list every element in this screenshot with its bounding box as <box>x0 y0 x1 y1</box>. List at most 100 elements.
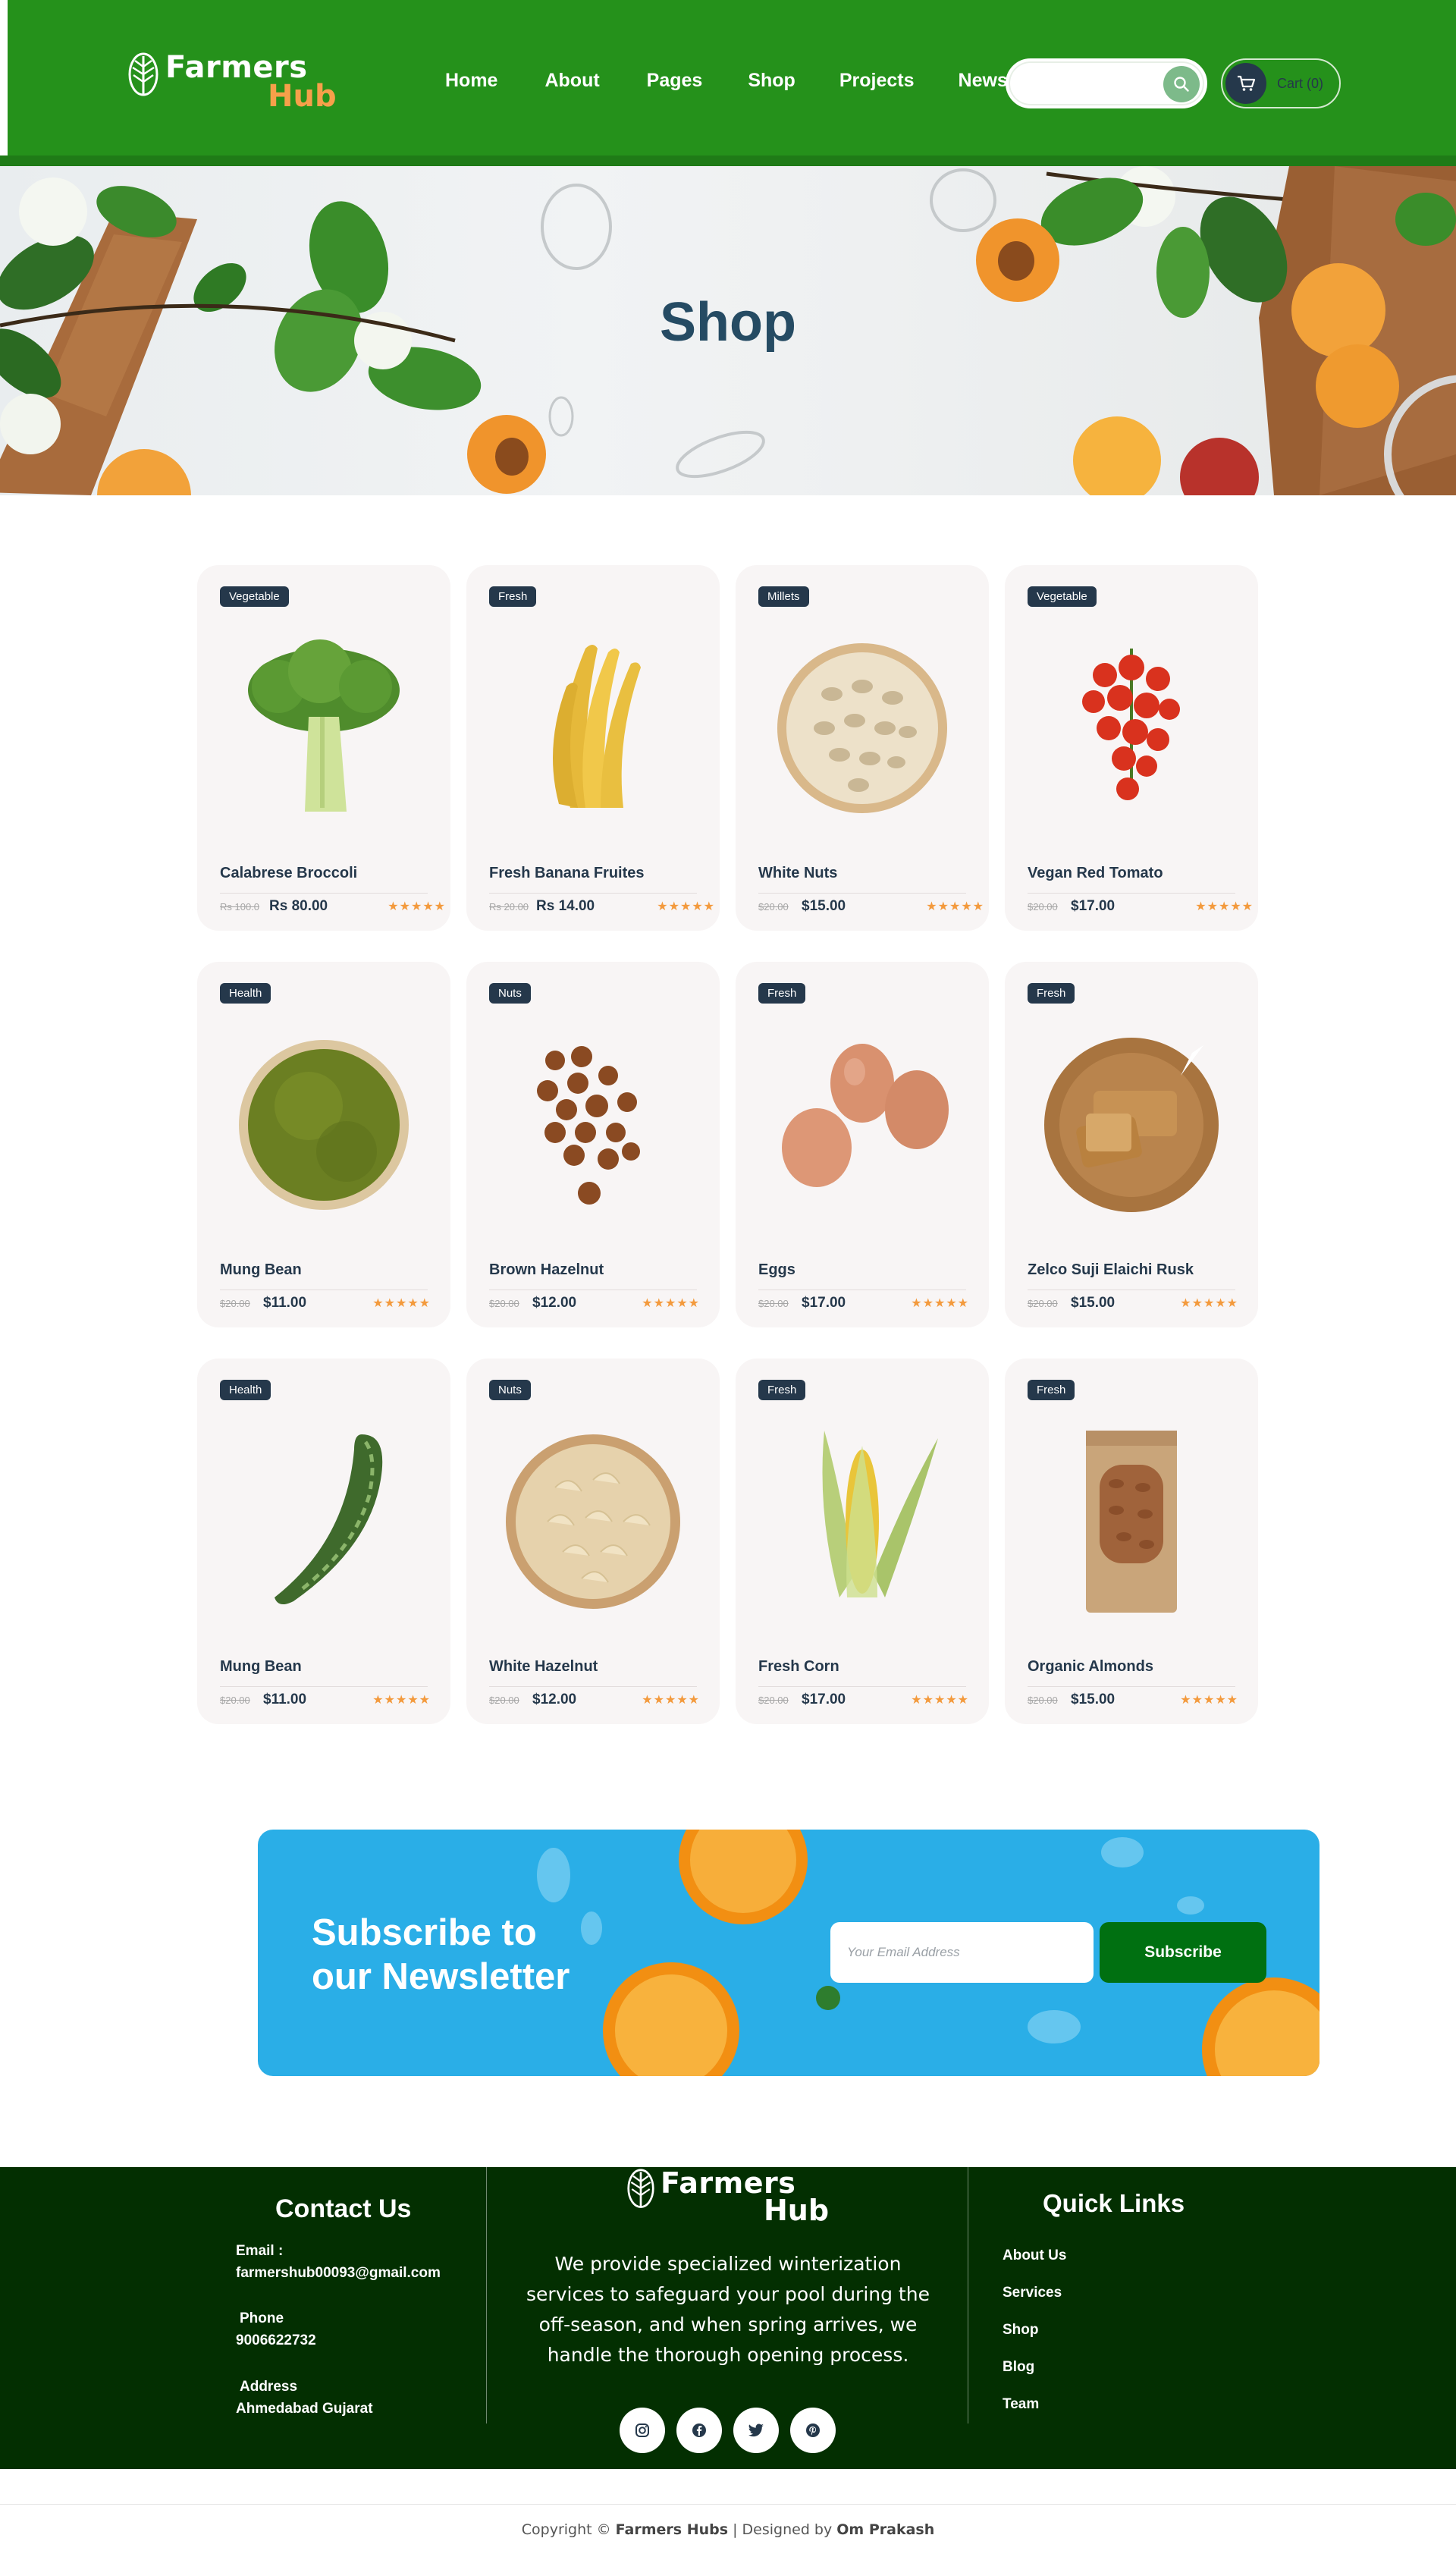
nav-about[interactable]: About <box>544 70 599 92</box>
newsletter-email-input[interactable] <box>830 1922 1094 1983</box>
price: $17.00 <box>802 1692 846 1707</box>
price: Rs 14.00 <box>536 898 595 914</box>
old-price: $20.00 <box>1028 901 1058 913</box>
rating-stars: ★★★★★ <box>911 1694 969 1707</box>
copyright-brand[interactable]: Farmers Hubs <box>616 2521 728 2538</box>
divider <box>758 1289 966 1290</box>
category-badge: Fresh <box>1028 1380 1075 1400</box>
product-name[interactable]: White Nuts <box>758 865 837 882</box>
old-price: $20.00 <box>220 1298 250 1309</box>
leaf-logo-icon <box>627 2169 654 2208</box>
nav-pages[interactable]: Pages <box>647 70 703 92</box>
price: $12.00 <box>532 1295 577 1311</box>
rating-stars: ★★★★★ <box>372 1297 431 1310</box>
product-name[interactable]: Fresh Banana Fruites <box>489 865 645 882</box>
product-card[interactable]: Nuts Brown Hazelnut $20.00 $12.00 ★★★★★ <box>466 962 720 1327</box>
price: $15.00 <box>802 898 846 914</box>
product-card[interactable]: Vegetable Calabrese Broccoli Rs 100.0 Rs… <box>197 565 450 931</box>
hazelnuts-image <box>537 1046 640 1205</box>
search-button[interactable] <box>1163 66 1200 102</box>
subscribe-button[interactable]: Subscribe <box>1100 1922 1266 1983</box>
footer-divider <box>486 2167 487 2423</box>
rating-stars: ★★★★★ <box>642 1297 700 1310</box>
category-badge: Nuts <box>489 1380 531 1400</box>
product-name[interactable]: Eggs <box>758 1261 795 1279</box>
rating-stars: ★★★★★ <box>642 1694 700 1707</box>
hero-banner: Shop <box>0 166 1456 495</box>
cart-button[interactable]: Cart (0) <box>1221 58 1341 108</box>
facebook-button[interactable] <box>676 2408 722 2453</box>
nav-projects[interactable]: Projects <box>839 70 915 92</box>
divider <box>220 1289 428 1290</box>
twitter-button[interactable] <box>733 2408 779 2453</box>
quick-link-team[interactable]: Team <box>1003 2396 1039 2413</box>
old-price: $20.00 <box>758 1298 789 1309</box>
category-badge: Nuts <box>489 983 531 1004</box>
product-card[interactable]: Health Mung Bean $20.00 $11.00 ★★★★★ <box>197 1359 450 1724</box>
newsletter-banner: Subscribe to our Newsletter Subscribe <box>258 1830 1320 2076</box>
product-card[interactable]: Fresh Zelco Suji Elaichi Rusk $20.00 $15… <box>1005 962 1258 1327</box>
divider <box>489 1686 697 1687</box>
product-name[interactable]: Organic Almonds <box>1028 1658 1153 1676</box>
product-card[interactable]: Nuts White Hazelnut $20.00 $12.00 ★★★★★ <box>466 1359 720 1724</box>
twitter-icon <box>748 2423 764 2437</box>
quick-link-shop[interactable]: Shop <box>1003 2322 1039 2339</box>
price: $11.00 <box>263 1295 307 1311</box>
product-name[interactable]: White Hazelnut <box>489 1658 598 1676</box>
address-label: Address <box>240 2379 298 2395</box>
product-name[interactable]: Mung Bean <box>220 1261 302 1279</box>
category-badge: Vegetable <box>1028 586 1097 607</box>
rating-stars: ★★★★★ <box>657 900 715 913</box>
quick-link-about-us[interactable]: About Us <box>1003 2248 1066 2264</box>
old-price: Rs 100.0 <box>220 901 260 913</box>
cart-icon-wrap <box>1225 63 1266 104</box>
copyright-designer[interactable]: Om Prakash <box>836 2521 934 2538</box>
nav-shop[interactable]: Shop <box>748 70 795 92</box>
footer-description: We provide specialized winterization ser… <box>526 2253 930 2366</box>
copyright-middle: | Designed by <box>728 2521 837 2538</box>
product-card[interactable]: Fresh Organic Almonds $20.00 $15.00 ★★★★… <box>1005 1359 1258 1724</box>
product-name[interactable]: Calabrese Broccoli <box>220 865 357 882</box>
product-card[interactable]: Vegetable Vegan Red Tomato $20.00 $17.00… <box>1005 565 1258 931</box>
category-badge: Fresh <box>758 983 806 1004</box>
product-card[interactable]: Millets White Nuts $20.00 $15.00 ★★★★★ <box>736 565 989 931</box>
product-card[interactable]: Health Mung Bean $20.00 $11.00 ★★★★★ <box>197 962 450 1327</box>
category-badge: Fresh <box>489 586 537 607</box>
broccoli-image <box>248 639 400 812</box>
pinterest-icon <box>806 2423 820 2437</box>
site-logo[interactable]: Farmers Hub <box>127 50 340 118</box>
divider <box>1028 1289 1235 1290</box>
pinterest-button[interactable] <box>790 2408 836 2453</box>
product-card[interactable]: Fresh Eggs $20.00 $17.00 ★★★★★ <box>736 962 989 1327</box>
product-name[interactable]: Fresh Corn <box>758 1658 839 1676</box>
phone-value[interactable]: 9006622732 <box>236 2332 316 2349</box>
instagram-button[interactable] <box>620 2408 665 2453</box>
address-value: Ahmedabad Gujarat <box>236 2401 373 2417</box>
product-name[interactable]: Zelco Suji Elaichi Rusk <box>1028 1261 1194 1279</box>
phone-label: Phone <box>240 2310 284 2326</box>
quick-link-services[interactable]: Services <box>1003 2285 1062 2301</box>
email-value[interactable]: farmershub00093@gmail.com <box>236 2265 441 2282</box>
footer-logo[interactable]: Farmers Hub <box>626 2165 838 2233</box>
rusk-board-image <box>1044 1038 1219 1212</box>
rating-stars: ★★★★★ <box>1180 1297 1238 1310</box>
old-price: $20.00 <box>758 901 789 913</box>
divider <box>758 893 966 894</box>
product-name[interactable]: Mung Bean <box>220 1658 302 1676</box>
divider <box>1028 1686 1235 1687</box>
old-price: $20.00 <box>489 1298 519 1309</box>
nav-news[interactable]: News <box>959 70 1008 92</box>
product-card[interactable]: Fresh Fresh Banana Fruites Rs 20.00 Rs 1… <box>466 565 720 931</box>
rating-stars: ★★★★★ <box>1180 1694 1238 1707</box>
quick-link-blog[interactable]: Blog <box>1003 2359 1034 2376</box>
product-name[interactable]: Brown Hazelnut <box>489 1261 604 1279</box>
nav-home[interactable]: Home <box>445 70 497 92</box>
search-input[interactable] <box>1024 69 1153 99</box>
price: $11.00 <box>263 1692 307 1707</box>
cart-icon <box>1238 75 1256 91</box>
product-name[interactable]: Vegan Red Tomato <box>1028 865 1163 882</box>
category-badge: Vegetable <box>220 586 289 607</box>
category-badge: Fresh <box>758 1380 806 1400</box>
product-card[interactable]: Fresh Fresh Corn $20.00 $17.00 ★★★★★ <box>736 1359 989 1724</box>
divider <box>758 1686 966 1687</box>
